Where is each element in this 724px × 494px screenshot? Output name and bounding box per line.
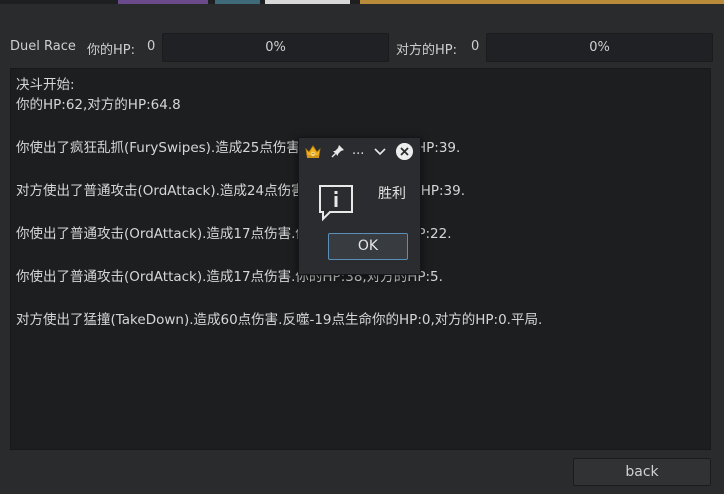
top-strip-segment xyxy=(360,0,724,4)
log-line: 你的HP:62,对方的HP:64.8 xyxy=(16,97,181,113)
chevron-down-icon[interactable] xyxy=(373,146,387,158)
my-hp-value: 0 xyxy=(147,39,156,54)
my-hp-label: 你的HP: xyxy=(87,43,135,58)
dialog-title: ... xyxy=(352,143,365,158)
result-dialog: ... 胜利 OK xyxy=(298,137,421,275)
enemy-hp-value: 0 xyxy=(471,39,480,54)
dialog-message: 胜利 xyxy=(378,186,406,202)
log-line: 对方使出了猛撞(TakeDown).造成60点伤害.反噬-19点生命你的HP:0… xyxy=(16,312,543,328)
pin-icon[interactable] xyxy=(331,144,345,158)
close-icon[interactable] xyxy=(396,143,413,160)
ok-button[interactable]: OK xyxy=(328,233,408,260)
hp-header: Duel Race 你的HP: 0 0% 对方的HP: 0 0% xyxy=(0,33,724,62)
back-button[interactable]: back xyxy=(573,458,711,486)
top-strip-segment xyxy=(265,0,350,4)
crown-icon xyxy=(305,145,321,158)
enemy-hp-bar: 0% xyxy=(486,33,713,62)
log-line: 决斗开始: xyxy=(16,77,75,93)
top-strip-segment xyxy=(215,0,260,4)
top-strip-segment xyxy=(118,0,208,4)
dialog-titlebar[interactable]: ... xyxy=(299,138,420,166)
info-icon xyxy=(319,185,353,222)
enemy-hp-bar-text: 0% xyxy=(589,40,610,55)
duel-title: Duel Race xyxy=(10,39,76,54)
window-top-strip xyxy=(0,0,724,4)
my-hp-bar: 0% xyxy=(162,33,389,62)
my-hp-bar-text: 0% xyxy=(265,40,286,55)
enemy-hp-label: 对方的HP: xyxy=(396,43,457,58)
